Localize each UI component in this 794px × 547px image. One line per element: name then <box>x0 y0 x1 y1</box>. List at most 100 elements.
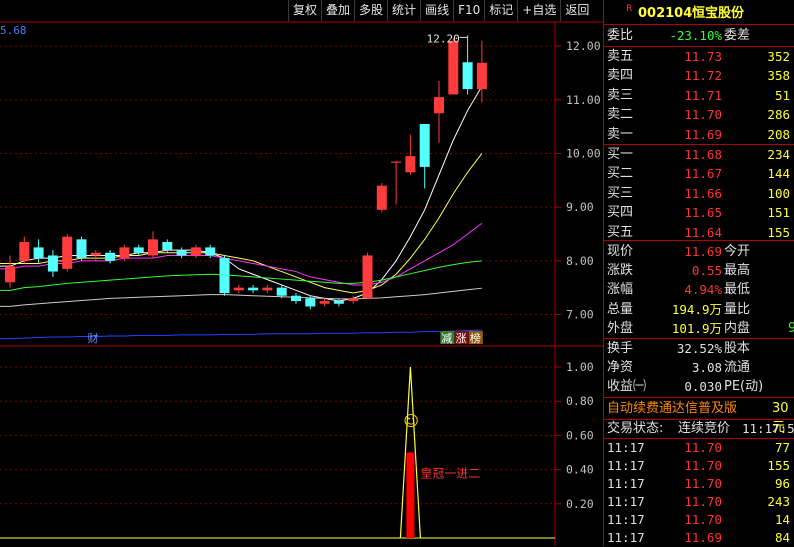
trade-volume: 14 <box>774 511 790 527</box>
trade-price: 11.69 <box>684 529 722 545</box>
status-row: 交易状态: 连续竞价 11:17:5 <box>604 419 794 438</box>
quote-label2: 今开 <box>724 244 751 259</box>
indicator-tick-label: 1.00 <box>566 360 594 374</box>
trade-time: 11:17 <box>607 529 645 545</box>
quote-label2: 内盘 <box>724 320 751 336</box>
quote-value: 101.9万 <box>671 320 722 336</box>
fundamental-label2: PE(动) <box>724 379 764 394</box>
candle-body <box>362 255 373 299</box>
trade-price: 11.70 <box>684 475 722 491</box>
candle-body <box>319 301 330 304</box>
candle-body <box>176 250 187 256</box>
quote-label: 外盘 <box>607 320 634 336</box>
quote-row: 涨幅 4.94% 最低 <box>604 280 794 299</box>
trade-row: 11:17 11.70 77 <box>604 439 794 457</box>
quote-row: 外盘 101.9万 内盘 9 <box>604 319 794 338</box>
stock-header: R 002104 恒宝股份 <box>604 4 794 22</box>
quote-label: 总量 <box>607 301 634 317</box>
weibi-value: -23.10% <box>669 28 722 43</box>
candle-body <box>276 287 287 296</box>
stock-code: 002104 <box>638 6 693 21</box>
level-volume: 358 <box>767 68 790 84</box>
candle-body <box>391 161 402 163</box>
ask-row[interactable]: 卖二 11.70 286 <box>604 105 794 124</box>
moving-average-line <box>0 153 483 294</box>
level-price: 11.65 <box>684 205 722 221</box>
candle-body <box>47 255 58 272</box>
trade-volume: 96 <box>774 475 790 491</box>
bid-row[interactable]: 买一 11.68 234 <box>604 145 794 164</box>
bid-row[interactable]: 买二 11.67 144 <box>604 164 794 183</box>
quote-label: 现价 <box>607 244 634 259</box>
level-volume: 144 <box>767 166 790 182</box>
ask-row[interactable]: 卖五 11.73 352 <box>604 47 794 66</box>
trade-price: 11.70 <box>684 493 722 509</box>
candle-body <box>119 247 130 259</box>
trade-time: 11:17 <box>607 440 645 455</box>
candle-body <box>19 242 30 261</box>
fundamental-label: 收益㈠ <box>607 379 647 394</box>
fundamental-label2: 股本 <box>724 341 751 356</box>
bid-row[interactable]: 买五 11.64 155 <box>604 223 794 242</box>
ask-row[interactable]: 卖四 11.72 358 <box>604 66 794 85</box>
level-label: 买三 <box>607 185 634 201</box>
trade-row: 11:17 11.70 14 <box>604 511 794 529</box>
level-price: 11.68 <box>684 147 722 162</box>
level-label: 买五 <box>607 224 634 240</box>
top-left-value: 5.68 <box>0 24 27 37</box>
level-price: 11.71 <box>684 87 722 103</box>
event-marker-jian: 减 <box>441 332 452 345</box>
level-volume: 286 <box>767 107 790 123</box>
candle-body <box>76 239 87 259</box>
kline-chart[interactable]: 5.68 12.00 11.00 10.00 9.00 8.00 7.00 1.00 0.80… <box>0 0 603 546</box>
event-marker-zhang: 涨 <box>456 332 467 345</box>
level-label: 卖三 <box>607 87 634 103</box>
indicator-tick-label: 0.60 <box>566 428 594 442</box>
moving-average-line <box>0 260 482 291</box>
trade-row: 11:17 11.69 84 <box>604 529 794 547</box>
status-time: 11:17:5 <box>742 421 794 436</box>
price-tick-label: 11.00 <box>566 93 601 107</box>
trade-row: 11:17 11.70 155 <box>604 457 794 475</box>
quote-row: 涨跌 0.55 最高 <box>604 261 794 280</box>
candle-body <box>262 287 273 291</box>
quote-label2: 最低 <box>724 282 751 298</box>
ask-row[interactable]: 卖三 11.71 51 <box>604 86 794 105</box>
quote-value: 194.9万 <box>671 301 722 317</box>
trade-row: 11:17 11.70 96 <box>604 475 794 493</box>
fundamental-value: 3.08 <box>691 360 722 375</box>
indicator-tick-label: 0.40 <box>566 463 594 477</box>
level-price: 11.72 <box>684 68 722 84</box>
price-tick-label: 7.00 <box>566 307 594 321</box>
moving-average-line <box>0 329 482 340</box>
candle-body <box>162 242 173 251</box>
candle-body <box>405 156 416 173</box>
candle-body <box>133 247 144 253</box>
candle-body <box>5 266 15 283</box>
price-tick-label: 8.00 <box>566 254 594 268</box>
candle-body <box>190 247 201 256</box>
event-marker-cai: 财 <box>88 331 99 345</box>
trade-price: 11.70 <box>684 440 722 455</box>
level-price: 11.69 <box>684 126 722 142</box>
quote-panel: R 002104 恒宝股份 委比 -23.10% 委差 卖五 11.73 352 卖四… <box>603 0 794 546</box>
indicator-tick-label: 0.80 <box>566 394 594 408</box>
candle-body <box>33 247 44 259</box>
candle-body <box>205 247 216 256</box>
promo-banner[interactable]: 自动续费通达信普及版 30元 <box>604 399 794 435</box>
bid-row[interactable]: 买四 11.65 151 <box>604 203 794 222</box>
quote-label2: 最高 <box>724 263 751 279</box>
max-price-label: 12.20 <box>427 32 460 45</box>
stock-name: 恒宝股份 <box>692 6 745 21</box>
ask-row[interactable]: 卖一 11.69 208 <box>604 125 794 144</box>
candle-body <box>476 62 487 90</box>
status-label: 交易状态: <box>607 421 664 436</box>
weibi-row: 委比 -23.10% 委差 <box>604 26 794 45</box>
candle-body <box>90 252 101 256</box>
trade-price: 11.70 <box>684 457 722 473</box>
quote-label: 涨跌 <box>607 263 634 279</box>
bid-row[interactable]: 买三 11.66 100 <box>604 184 794 203</box>
level-price: 11.64 <box>684 224 722 240</box>
smiley-icon: ☺ <box>403 412 419 430</box>
trade-time: 11:17 <box>607 493 645 509</box>
